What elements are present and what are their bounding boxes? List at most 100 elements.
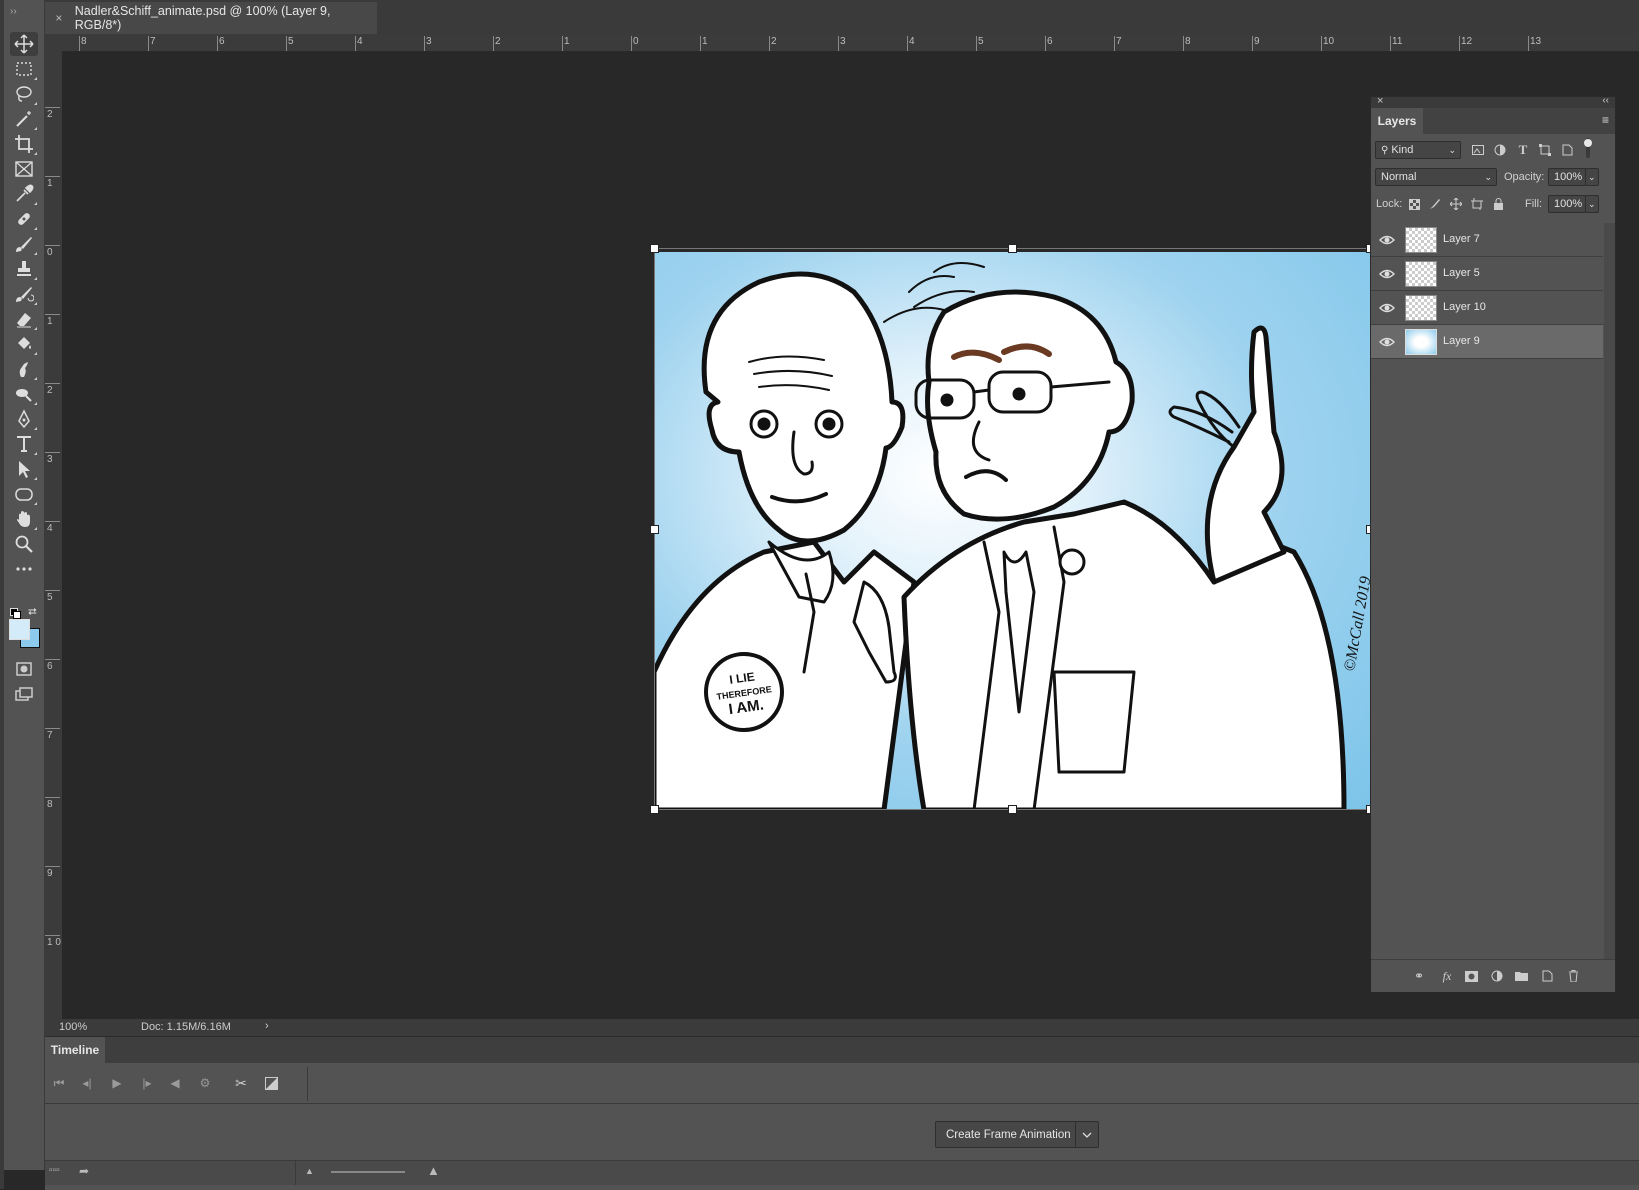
new-adjustment-layer-icon[interactable] xyxy=(1489,968,1505,984)
path-select-tool-icon[interactable] xyxy=(10,457,38,481)
close-panel-icon[interactable]: × xyxy=(1377,95,1383,107)
document-tab[interactable]: × Nadler&Schiff_animate.psd @ 100% (Laye… xyxy=(45,2,377,34)
crop-tool-icon[interactable] xyxy=(10,132,38,156)
screen-mode-icon[interactable] xyxy=(10,683,38,707)
blend-mode-select[interactable]: Normal ⌄ xyxy=(1375,168,1497,186)
close-tab-icon[interactable]: × xyxy=(49,11,69,25)
history-brush-tool-icon[interactable] xyxy=(10,282,38,306)
vertical-ruler[interactable]: 2101234567891 0 xyxy=(45,51,63,1019)
previous-frame-icon[interactable]: ◂| xyxy=(77,1073,97,1093)
visibility-eye-icon[interactable] xyxy=(1379,266,1395,282)
convert-arrow-icon[interactable]: ➦ xyxy=(79,1164,89,1178)
timeline-zoom-slider[interactable] xyxy=(331,1171,405,1173)
fill-field[interactable]: 100% xyxy=(1548,195,1586,213)
layer-row[interactable]: Layer 7 xyxy=(1371,223,1603,257)
magic-wand-tool-icon[interactable] xyxy=(10,107,38,131)
fill-dropdown[interactable]: ⌄ xyxy=(1585,195,1599,213)
layer-row[interactable]: Layer 5 xyxy=(1371,257,1603,291)
layers-scrollbar[interactable] xyxy=(1604,223,1615,959)
create-animation-dropdown[interactable] xyxy=(1075,1121,1099,1148)
zoom-level[interactable]: 100% xyxy=(59,1021,87,1033)
swap-colors-icon[interactable]: ⮂ xyxy=(28,606,37,619)
panel-collapse-icon[interactable]: ›› xyxy=(10,6,17,17)
type-tool-icon[interactable] xyxy=(10,432,38,456)
quick-mask-icon[interactable] xyxy=(10,657,38,681)
ruler-tick xyxy=(45,797,60,798)
ruler-tick xyxy=(976,36,977,51)
brush-tool-icon[interactable] xyxy=(10,232,38,256)
opacity-value: 100% xyxy=(1554,171,1583,183)
opacity-dropdown[interactable]: ⌄ xyxy=(1585,168,1599,186)
paint-bucket-tool-icon[interactable] xyxy=(10,332,38,356)
zoom-in-mountain-icon[interactable]: ▲ xyxy=(427,1163,440,1178)
marquee-tool-icon[interactable] xyxy=(10,57,38,81)
hand-tool-icon[interactable] xyxy=(10,507,38,531)
collapse-panel-icon[interactable]: ‹‹ xyxy=(1602,95,1609,106)
layer-row[interactable]: Layer 10 xyxy=(1371,291,1603,325)
default-colors-icon[interactable] xyxy=(10,608,21,619)
transform-handle-tc[interactable] xyxy=(1008,244,1017,253)
transform-handle-ml[interactable] xyxy=(650,525,659,534)
new-layer-icon[interactable] xyxy=(1539,968,1555,984)
healing-tool-icon[interactable] xyxy=(10,207,38,231)
eyedropper-tool-icon[interactable] xyxy=(10,182,38,206)
zoom-tool-icon[interactable] xyxy=(10,532,38,556)
delete-layer-icon[interactable] xyxy=(1565,968,1581,984)
lock-pixels-icon[interactable] xyxy=(1426,195,1444,213)
transform-handle-bl[interactable] xyxy=(650,805,659,814)
filter-toggle-icon[interactable] xyxy=(1579,138,1597,158)
stamp-tool-icon[interactable] xyxy=(10,257,38,281)
dodge-tool-icon[interactable] xyxy=(10,382,38,406)
foreground-color-swatch[interactable] xyxy=(9,619,30,640)
layer-row-selected[interactable]: Layer 9 xyxy=(1371,325,1603,359)
filter-pixel-icon[interactable] xyxy=(1469,141,1487,159)
filter-shape-icon[interactable] xyxy=(1536,141,1554,159)
visibility-eye-icon[interactable] xyxy=(1379,300,1395,316)
first-frame-icon[interactable]: ⏮ xyxy=(49,1073,69,1093)
link-layers-icon[interactable]: ⚭ xyxy=(1411,968,1427,984)
lock-all-icon[interactable] xyxy=(1489,195,1507,213)
lock-artboard-icon[interactable] xyxy=(1468,195,1486,213)
panel-menu-icon[interactable]: ≡ xyxy=(1602,113,1609,127)
timeline-footer: ▫▫▫ ➦ ▲ ▲ xyxy=(45,1160,1639,1185)
tab-timeline[interactable]: Timeline xyxy=(45,1037,105,1063)
settings-gear-icon[interactable]: ⚙ xyxy=(195,1073,215,1093)
lock-transparent-icon[interactable] xyxy=(1405,195,1423,213)
filter-adjustment-icon[interactable] xyxy=(1491,141,1509,159)
create-frame-animation-button[interactable]: Create Frame Animation xyxy=(935,1121,1082,1148)
eraser-tool-icon[interactable] xyxy=(10,307,38,331)
layer-filter-select[interactable]: ⚲ Kind ⌄ xyxy=(1375,141,1461,159)
ruler-label: 3 xyxy=(840,36,846,47)
visibility-eye-icon[interactable] xyxy=(1379,334,1395,350)
audio-mute-icon[interactable]: ◀ xyxy=(165,1073,185,1093)
shape-tool-icon[interactable] xyxy=(10,482,38,506)
new-group-folder-icon[interactable] xyxy=(1513,968,1529,984)
add-mask-icon[interactable] xyxy=(1463,968,1479,984)
ruler-tick xyxy=(45,521,60,522)
pen-tool-icon[interactable] xyxy=(10,407,38,431)
transform-handle-bc[interactable] xyxy=(1008,805,1017,814)
ruler-label: 10 xyxy=(1323,36,1335,47)
play-icon[interactable]: ▶ xyxy=(107,1073,127,1093)
transition-icon[interactable] xyxy=(261,1073,281,1093)
tab-layers[interactable]: Layers xyxy=(1371,108,1423,134)
next-frame-icon[interactable]: |▸ xyxy=(137,1073,157,1093)
smudge-tool-icon[interactable] xyxy=(10,357,38,381)
lock-position-icon[interactable] xyxy=(1447,195,1465,213)
split-scissors-icon[interactable]: ✂ xyxy=(231,1073,251,1093)
lasso-tool-icon[interactable] xyxy=(10,82,38,106)
horizontal-ruler[interactable]: 8 7 6 5 4 3 2 1 0 1 2 3 4 5 6 7 8 9 10 11 12 13 xyxy=(45,34,1639,52)
ruler-tick xyxy=(700,36,701,51)
filter-type-icon[interactable]: T xyxy=(1514,141,1532,159)
layer-style-fx-icon[interactable]: fx xyxy=(1439,968,1455,984)
status-menu-arrow-icon[interactable]: › xyxy=(265,1020,269,1032)
transform-handle-tl[interactable] xyxy=(650,244,659,253)
visibility-eye-icon[interactable] xyxy=(1379,232,1395,248)
zoom-out-mountain-icon[interactable]: ▲ xyxy=(305,1166,314,1176)
move-tool-icon[interactable] xyxy=(10,32,38,56)
filter-smartobject-icon[interactable] xyxy=(1558,141,1576,159)
opacity-field[interactable]: 100% xyxy=(1548,168,1586,186)
frame-mode-icon[interactable]: ▫▫▫ xyxy=(49,1165,60,1176)
mores-tool-icon[interactable] xyxy=(10,557,38,581)
frame-tool-icon[interactable] xyxy=(10,157,38,181)
